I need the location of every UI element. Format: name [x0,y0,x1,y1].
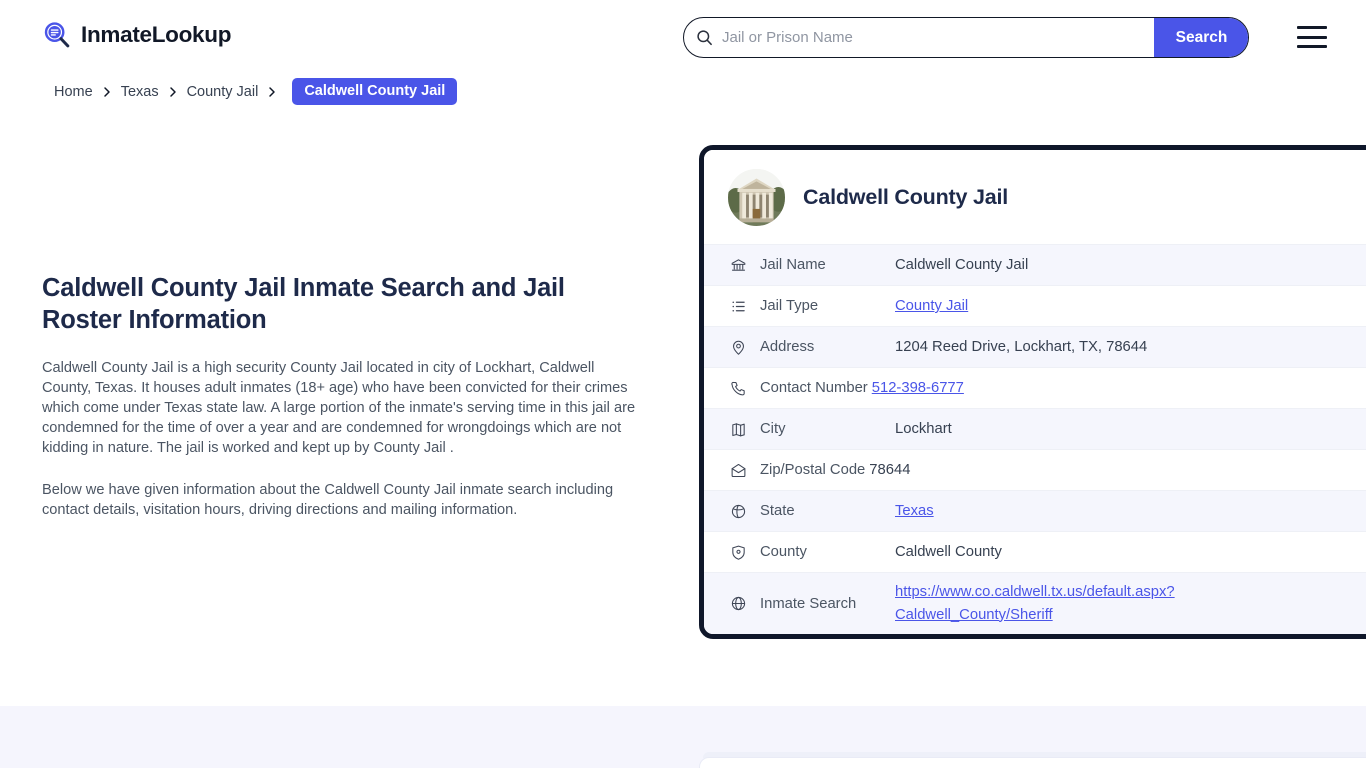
table-row: Zip/Postal Code 78644 [704,449,1366,490]
page-root: InmateLookup Search Home Texas [0,0,1366,768]
shield-icon [728,542,748,562]
intro-paragraph: Caldwell County Jail is a high security … [42,360,636,457]
jail-type-link[interactable]: County Jail [895,298,968,314]
article-content: Caldwell County Jail Inmate Search and J… [42,272,642,520]
row-label: State [760,503,795,519]
row-value: 1204 Reed Drive, Lockhart, TX, 78644 [895,339,1148,355]
row-label: Address [760,339,815,355]
web-globe-icon [728,594,748,614]
table-row: Jail Type County Jail [704,285,1366,326]
table-row: Inmate Search https://www.co.caldwell.tx… [704,572,1366,634]
envelope-icon [728,460,748,480]
row-label: Inmate Search [760,595,857,612]
globe-icon [728,501,748,521]
row-value: 78644 [869,462,911,478]
search-bar[interactable]: Search [683,17,1249,58]
table-row: City Lockhart [704,408,1366,449]
map-icon [728,419,748,439]
bank-icon [728,255,748,275]
jail-info-card: Caldwell County Jail Jail Name Caldwell … [699,145,1366,639]
row-label: Jail Type [760,298,819,314]
page-title: Caldwell County Jail Inmate Search and J… [42,274,565,335]
row-value: Caldwell County Jail [895,257,1029,273]
table-row: County Caldwell County [704,531,1366,572]
magnifier-lines-logo-icon [42,20,72,50]
state-link[interactable]: Texas [895,503,934,519]
row-label: County [760,544,807,560]
breadcrumb-current-page: Caldwell County Jail [292,78,458,105]
row-label: Jail Name [760,257,826,273]
secondary-paragraph: Below we have given information about th… [42,482,614,519]
courthouse-photo-avatar [728,169,785,226]
table-row: Contact Number 512-398-6777 [704,367,1366,408]
row-label: City [760,421,786,437]
breadcrumb-item-texas[interactable]: Texas [121,84,159,100]
table-row: Jail Name Caldwell County Jail [704,244,1366,285]
breadcrumb-item-county-jail[interactable]: County Jail [187,84,259,100]
table-row: State Texas [704,490,1366,531]
lower-section-card [699,757,1366,768]
list-icon [728,296,748,316]
brand-logo-link[interactable]: InmateLookup [42,20,231,50]
row-label: Contact Number [760,380,868,396]
row-label: Zip/Postal Code [760,462,866,478]
chevron-right-icon [266,86,278,98]
chevron-right-icon [101,86,113,98]
jail-info-card-header: Caldwell County Jail [704,150,1366,244]
brand-name: InmateLookup [81,21,232,47]
search-input[interactable] [718,18,1154,57]
inmate-search-link[interactable]: https://www.co.caldwell.tx.us/default.as… [895,584,1175,623]
table-row: Address 1204 Reed Drive, Lockhart, TX, 7… [704,326,1366,367]
search-button[interactable]: Search [1154,18,1248,57]
search-icon [684,18,718,57]
hamburger-menu-icon[interactable] [1297,26,1327,48]
row-value: Caldwell County [895,544,1002,560]
map-pin-icon [728,337,748,357]
phone-icon [728,378,748,398]
jail-info-card-title: Caldwell County Jail [803,185,1009,209]
site-header: InmateLookup Search [0,0,1366,74]
breadcrumb-item-home[interactable]: Home [54,84,93,100]
contact-number-link[interactable]: 512-398-6777 [872,380,964,396]
breadcrumb: Home Texas County Jail Caldwell County J… [54,78,458,105]
row-value: Lockhart [895,421,952,437]
chevron-right-icon [167,86,179,98]
jail-info-table: Jail Name Caldwell County Jail Jail Type… [704,244,1366,634]
